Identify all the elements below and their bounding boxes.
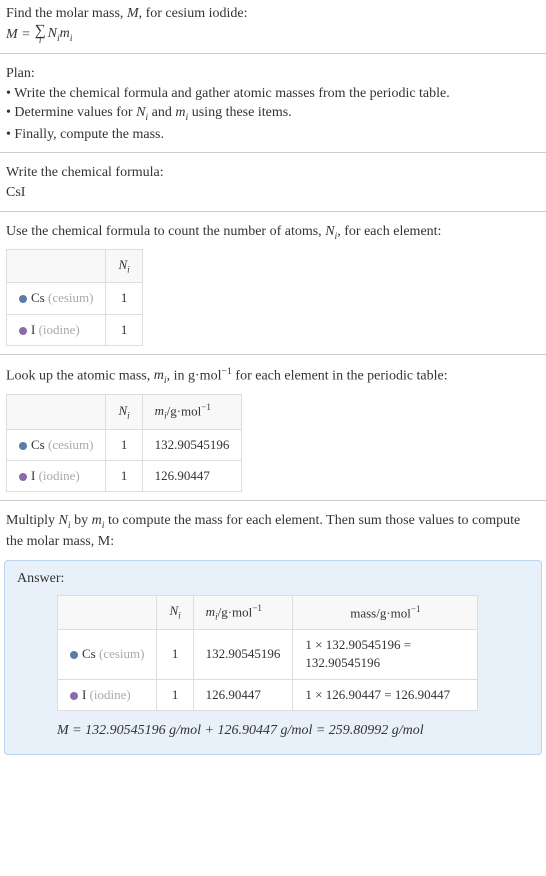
table-row: Cs (cesium) 1 132.90545196: [7, 429, 242, 460]
table-header-row: Ni mi/g·mol−1 mass/g·mol−1: [58, 595, 478, 630]
element-dot-icon: [70, 651, 78, 659]
mass-table: Ni mi/g·mol−1 Cs (cesium) 1 132.90545196…: [6, 394, 242, 492]
intro-section: Find the molar mass, M, for cesium iodid…: [0, 0, 546, 49]
mass-title: Look up the atomic mass, mi, in g·mol−1 …: [6, 365, 540, 388]
table-row: Cs (cesium) 1: [7, 283, 143, 314]
table-header-row: Ni: [7, 250, 143, 283]
answer-box: Answer: Ni mi/g·mol−1 mass/g·mol−1 Cs (c…: [4, 560, 542, 755]
multiply-text: Multiply Ni by mi to compute the mass fo…: [6, 511, 540, 552]
answer-label: Answer:: [17, 569, 529, 589]
header-n: Ni: [106, 250, 142, 283]
formula-title: Write the chemical formula:: [6, 163, 540, 183]
table-header-row: Ni mi/g·mol−1: [7, 394, 242, 429]
element-dot-icon: [70, 692, 78, 700]
intro-formula: M = ∑ i Nimi: [6, 24, 540, 46]
count-table: Ni Cs (cesium) 1 I (iodine) 1: [6, 249, 143, 346]
plan-section: Plan: • Write the chemical formula and g…: [0, 53, 546, 148]
atomic-mass-section: Look up the atomic mass, mi, in g·mol−1 …: [0, 354, 546, 496]
count-title: Use the chemical formula to count the nu…: [6, 222, 540, 244]
answer-table: Ni mi/g·mol−1 mass/g·mol−1 Cs (cesium) 1…: [57, 595, 478, 711]
count-section: Use the chemical formula to count the nu…: [0, 211, 546, 350]
table-row: Cs (cesium) 1 132.90545196 1 × 132.90545…: [58, 630, 478, 679]
element-dot-icon: [19, 442, 27, 450]
plan-title: Plan:: [6, 64, 540, 84]
plan-bullet-3: • Finally, compute the mass.: [6, 125, 540, 145]
table-row: I (iodine) 1 126.90447: [7, 460, 242, 491]
final-result: M = 132.90545196 g/mol + 126.90447 g/mol…: [57, 721, 529, 741]
plan-bullet-1: • Write the chemical formula and gather …: [6, 84, 540, 104]
intro-text: Find the molar mass, M, for cesium iodid…: [6, 4, 540, 24]
multiply-section: Multiply Ni by mi to compute the mass fo…: [0, 500, 546, 556]
plan-bullet-2: • Determine values for Ni and mi using t…: [6, 103, 540, 125]
element-dot-icon: [19, 473, 27, 481]
table-row: I (iodine) 1: [7, 314, 143, 345]
element-dot-icon: [19, 327, 27, 335]
table-row: I (iodine) 1 126.90447 1 × 126.90447 = 1…: [58, 679, 478, 710]
header-blank: [7, 250, 106, 283]
formula-value: CsI: [6, 183, 540, 203]
element-dot-icon: [19, 295, 27, 303]
chemical-formula-section: Write the chemical formula: CsI: [0, 152, 546, 206]
